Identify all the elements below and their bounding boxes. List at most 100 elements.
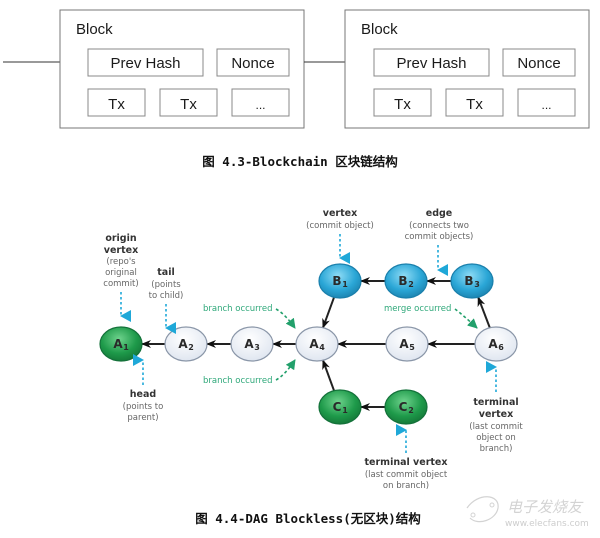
svg-text:original: original <box>105 268 137 278</box>
node-label: B <box>398 274 407 288</box>
svg-text:commit objects): commit objects) <box>405 232 474 242</box>
tx-label: Tx <box>394 96 411 113</box>
node-subscript: 2 <box>408 406 414 415</box>
annotation-vertex: vertex (commit object) <box>306 208 374 264</box>
node-label: A <box>399 337 409 351</box>
node-label: A <box>178 337 188 351</box>
svg-text:commit): commit) <box>103 279 138 289</box>
watermark-logo-icon <box>466 496 499 523</box>
annotation-terminal-right: terminal vertex (last commit object on b… <box>469 361 523 454</box>
annotation-head: head (points to parent) <box>123 354 164 423</box>
node-a1: A1 <box>99 326 143 362</box>
block-title: Block <box>361 21 398 38</box>
svg-text:origin: origin <box>105 233 137 244</box>
figure-caption-dag: 图 4.4-DAG Blockless(无区块)结构 <box>195 511 421 526</box>
watermark-dot-icon <box>489 502 495 508</box>
svg-text:head: head <box>130 389 156 400</box>
svg-text:branch): branch) <box>480 444 513 454</box>
node-subscript: 4 <box>319 343 325 352</box>
svg-text:on branch): on branch) <box>383 481 429 491</box>
dag-figure: A 1 A 2 A 3 A 4 A 5 A 6B 1 B 2 B 3C 1 C 2 origin vertex (re… <box>99 208 523 526</box>
node-subscript: 1 <box>342 280 348 289</box>
block-2: Block Prev Hash Nonce Tx Tx ... <box>344 9 590 129</box>
node-subscript: 2 <box>188 343 194 352</box>
svg-text:branch occurred: branch occurred <box>203 376 272 386</box>
watermark: 电子发烧友 www.elecfans.com <box>466 496 589 529</box>
node-a3: A3 <box>230 326 274 362</box>
node-label: C <box>333 400 342 414</box>
svg-text:(connects two: (connects two <box>409 221 469 231</box>
tx-label: Tx <box>180 96 197 113</box>
block-title: Block <box>76 21 113 38</box>
blockchain-figure: Block Prev Hash Nonce Tx Tx ... Block Pr… <box>3 9 590 169</box>
node-subscript: 3 <box>474 280 480 289</box>
tx-label: Tx <box>108 96 125 113</box>
prev-hash-label: Prev Hash <box>110 55 180 72</box>
svg-text:to child): to child) <box>149 291 184 301</box>
annotation-tail: tail (points to child) <box>149 267 184 334</box>
edge-a6-to-b3 <box>477 296 491 329</box>
node-subscript: 1 <box>342 406 348 415</box>
node-subscript: 3 <box>254 343 260 352</box>
annotation-edge: edge (connects two commit objects) <box>405 208 474 276</box>
node-subscript: 2 <box>408 280 414 289</box>
node-a2: A2 <box>164 326 208 362</box>
diagram-canvas: Block Prev Hash Nonce Tx Tx ... Block Pr… <box>3 9 590 529</box>
svg-text:merge occurred: merge occurred <box>384 304 451 314</box>
svg-text:vertex: vertex <box>323 208 357 219</box>
tx-more-label: ... <box>255 98 265 112</box>
merge-arrow <box>454 308 478 329</box>
svg-text:vertex: vertex <box>104 245 138 256</box>
svg-text:parent): parent) <box>127 413 158 423</box>
node-b1: B1 <box>318 263 362 299</box>
figure-caption-blockchain: 图 4.3-Blockchain 区块链结构 <box>202 154 397 169</box>
svg-text:(points to: (points to <box>123 402 164 412</box>
annotation-merge: merge occurred <box>384 304 478 329</box>
node-c2: C2 <box>384 389 428 425</box>
branch-arrow <box>275 359 296 381</box>
annotation-terminal-bottom: terminal vertex (last commit object on b… <box>365 424 448 491</box>
node-a5: A5 <box>385 326 429 362</box>
branch-arrow <box>275 308 296 329</box>
node-label: A <box>309 337 319 351</box>
annotation-branch-top: branch occurred <box>203 304 296 329</box>
watermark-dot-icon <box>470 512 476 518</box>
svg-text:branch occurred: branch occurred <box>203 304 272 314</box>
svg-text:(repo's: (repo's <box>106 257 136 267</box>
annotation-origin-vertex: origin vertex (repo's original commit) <box>103 233 139 322</box>
svg-text:(commit object): (commit object) <box>306 221 374 231</box>
svg-text:edge: edge <box>426 208 453 219</box>
svg-text:(last commit: (last commit <box>469 422 523 432</box>
node-subscript: 1 <box>123 343 129 352</box>
node-label: C <box>399 400 408 414</box>
svg-text:terminal vertex: terminal vertex <box>365 457 448 468</box>
annotation-branch-bottom: branch occurred <box>203 359 296 386</box>
nonce-label: Nonce <box>231 55 274 72</box>
node-label: B <box>464 274 473 288</box>
block-1: Block Prev Hash Nonce Tx Tx ... <box>59 9 305 129</box>
node-subscript: 6 <box>498 343 504 352</box>
nonce-label: Nonce <box>517 55 560 72</box>
prev-hash-label: Prev Hash <box>396 55 466 72</box>
node-subscript: 5 <box>409 343 415 352</box>
node-label: A <box>244 337 254 351</box>
svg-text:tail: tail <box>157 267 174 278</box>
node-a6: A6 <box>474 326 518 362</box>
node-label: A <box>113 337 123 351</box>
svg-text:(points: (points <box>151 280 181 290</box>
tx-more-label: ... <box>541 98 551 112</box>
node-b3: B3 <box>450 263 494 299</box>
node-label: A <box>488 337 498 351</box>
node-b2: B2 <box>384 263 428 299</box>
edge-c1-to-a4 <box>322 359 335 392</box>
node-a4: A4 <box>295 326 339 362</box>
node-label: B <box>332 274 341 288</box>
edge-b1-to-a4 <box>322 296 335 329</box>
watermark-brand: 电子发烧友 <box>507 498 584 516</box>
svg-text:terminal: terminal <box>473 397 518 408</box>
svg-text:(last commit object: (last commit object <box>365 470 448 480</box>
tx-label: Tx <box>466 96 483 113</box>
svg-text:object on: object on <box>476 433 515 443</box>
node-c1: C1 <box>318 389 362 425</box>
svg-text:vertex: vertex <box>479 409 513 420</box>
